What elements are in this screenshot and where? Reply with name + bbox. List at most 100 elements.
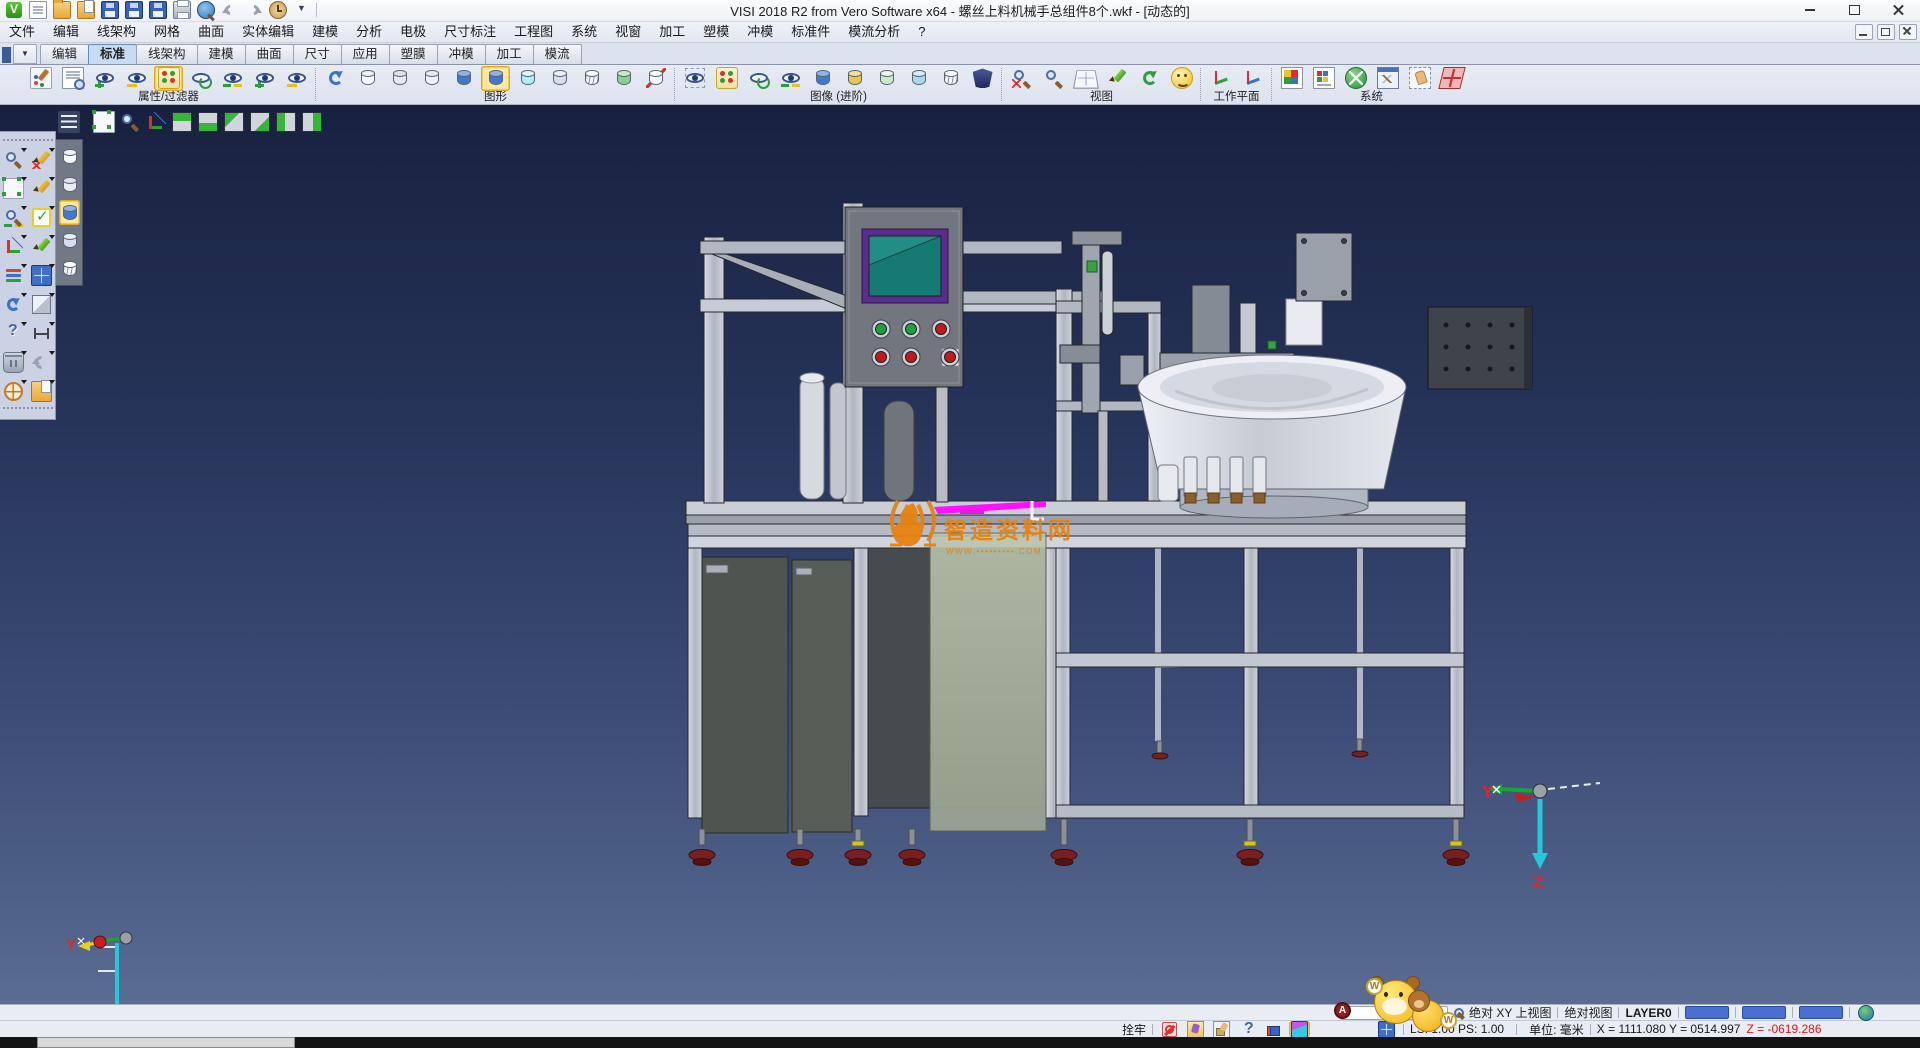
hidden-line-display-icon[interactable] <box>385 66 414 91</box>
machine-assembly-3d[interactable]: 智造资料网 WWW.•••••••••.COM Y Z <box>0 105 1920 1004</box>
support-cylinder[interactable] <box>800 377 824 499</box>
layer-color-swatch[interactable] <box>1685 1006 1729 1019</box>
minimize-button[interactable] <box>1788 0 1832 21</box>
menu-help[interactable]: ? <box>909 22 934 41</box>
layer-palette-icon[interactable] <box>1 262 27 289</box>
menu-standard-parts[interactable]: 标准件 <box>782 22 839 41</box>
close-button[interactable] <box>1876 0 1920 21</box>
view-plane-icon[interactable] <box>1071 66 1100 91</box>
render-hatch-icon[interactable] <box>936 66 965 91</box>
undo-icon[interactable] <box>219 1 241 20</box>
tab-moldflow[interactable]: 模流 <box>533 44 582 64</box>
view-menu-button[interactable] <box>56 110 82 134</box>
view-refresh-icon[interactable] <box>1135 66 1164 91</box>
menu-file[interactable]: 文件 <box>0 22 44 41</box>
window-grid-toggle[interactable] <box>1376 1021 1397 1037</box>
quick-search-input[interactable]: A <box>1340 1006 1448 1020</box>
control-panel[interactable] <box>845 207 963 387</box>
menu-moldflow-analysis[interactable]: 模流分析 <box>839 22 909 41</box>
zoom-scale-icon[interactable] <box>1 204 27 231</box>
navigator-wheel-icon[interactable] <box>1 378 27 405</box>
model-viewport[interactable]: 智造资料网 WWW.•••••••••.COM Y Z <box>0 105 1920 1004</box>
wireframe-display-icon[interactable] <box>353 66 382 91</box>
menu-solid-edit[interactable]: 实体编辑 <box>233 22 303 41</box>
glass-panel[interactable] <box>930 533 1046 831</box>
zoom-dynamic-icon[interactable] <box>118 111 142 133</box>
show-entities-icon[interactable] <box>90 66 119 91</box>
tab-dimension[interactable]: 尺寸 <box>293 44 342 64</box>
select-visible-icon[interactable] <box>680 66 709 91</box>
menu-electrode[interactable]: 电极 <box>391 22 435 41</box>
menu-mold[interactable]: 塑模 <box>694 22 738 41</box>
flat-mode-icon[interactable] <box>59 228 80 253</box>
lock-toggle[interactable]: 拴牢 <box>1122 1021 1146 1038</box>
capture-off-icon[interactable] <box>1159 1021 1180 1037</box>
cabinet-door-right[interactable] <box>792 560 852 832</box>
menu-surface[interactable]: 曲面 <box>189 22 233 41</box>
layer-indicator[interactable]: LAYER0 <box>1625 1006 1671 1020</box>
render-style-icon[interactable] <box>968 66 997 91</box>
viewport-grid-icon[interactable] <box>29 262 55 289</box>
mdi-restore-button[interactable] <box>1877 24 1895 40</box>
shaded-mode-icon[interactable] <box>59 200 80 225</box>
ucs-axis-icon[interactable] <box>1 233 27 260</box>
shaded-edges-display-icon[interactable] <box>481 66 510 91</box>
redo-icon[interactable] <box>243 1 265 20</box>
dark-cylinder[interactable] <box>884 401 914 501</box>
open-file-icon[interactable] <box>51 1 73 20</box>
view-mode-label[interactable]: 绝对 XY 上视图 <box>1469 1004 1551 1021</box>
history-icon[interactable] <box>267 1 289 20</box>
render-quality-icon[interactable] <box>840 66 869 91</box>
axis-orient-icon[interactable] <box>144 111 168 133</box>
tab-edit[interactable]: 编辑 <box>40 44 89 64</box>
tab-die[interactable]: 冲模 <box>437 44 486 64</box>
shaded-display-icon[interactable] <box>449 66 478 91</box>
right-view-icon[interactable] <box>300 111 324 133</box>
help-question-icon[interactable] <box>1 320 27 347</box>
map-select-icon[interactable] <box>1185 1021 1206 1037</box>
menu-system[interactable]: 系统 <box>562 22 606 41</box>
filter-document-icon[interactable] <box>58 66 87 91</box>
tab-overflow-button[interactable]: ▼ <box>13 44 37 64</box>
pack-hand-icon[interactable] <box>1211 1021 1232 1037</box>
system-settings-icon[interactable] <box>1341 66 1370 91</box>
preview-icon[interactable] <box>195 1 217 20</box>
multi-body-display-icon[interactable] <box>609 66 638 91</box>
flat-display-icon[interactable] <box>545 66 574 91</box>
hatched-display-icon[interactable] <box>577 66 606 91</box>
taskbar-window-segment[interactable] <box>37 1037 295 1048</box>
zoom-window-icon[interactable] <box>1039 66 1068 91</box>
tab-mold-film[interactable]: 塑膜 <box>389 44 438 64</box>
wireframe-mode-icon[interactable] <box>59 144 80 169</box>
refresh-icon[interactable] <box>1 291 27 318</box>
menu-die[interactable]: 冲模 <box>738 22 782 41</box>
menu-wireframe[interactable]: 线架构 <box>88 22 145 41</box>
window-config-icon[interactable] <box>1373 66 1402 91</box>
workplane-align-icon[interactable] <box>1238 66 1267 91</box>
corner-view-icon[interactable] <box>248 111 272 133</box>
delete-trash-icon[interactable] <box>1 349 27 376</box>
undo-icon[interactable] <box>29 349 55 376</box>
perforated-plate[interactable] <box>1428 307 1532 389</box>
solid-view-icon[interactable] <box>29 291 55 318</box>
iso-view-icon[interactable] <box>170 111 194 133</box>
parts-boxes-icon[interactable] <box>1263 1021 1284 1037</box>
measure-distance-icon[interactable] <box>29 320 55 347</box>
translucent-display-icon[interactable] <box>513 66 542 91</box>
hide-entities-icon[interactable] <box>122 66 151 91</box>
door-handle[interactable] <box>796 568 812 575</box>
search-button[interactable] <box>1448 1005 1469 1021</box>
recycle-view-icon[interactable] <box>744 66 773 91</box>
menu-analysis[interactable]: 分析 <box>347 22 391 41</box>
filter-lights-icon[interactable] <box>154 66 183 91</box>
absolute-view-label[interactable]: 绝对视图 <box>1564 1004 1612 1021</box>
line-color-swatch[interactable] <box>1742 1006 1786 1019</box>
view-render-icon[interactable] <box>1167 66 1196 91</box>
open-document-icon[interactable] <box>29 378 55 405</box>
toggle-advanced-icon[interactable] <box>776 66 805 91</box>
maximize-button[interactable] <box>1832 0 1876 21</box>
world-button[interactable] <box>1856 1005 1877 1021</box>
material-palette-icon[interactable] <box>1309 66 1338 91</box>
tab-standard[interactable]: 标准 <box>88 44 137 64</box>
plane-select-icon[interactable] <box>1 175 27 202</box>
